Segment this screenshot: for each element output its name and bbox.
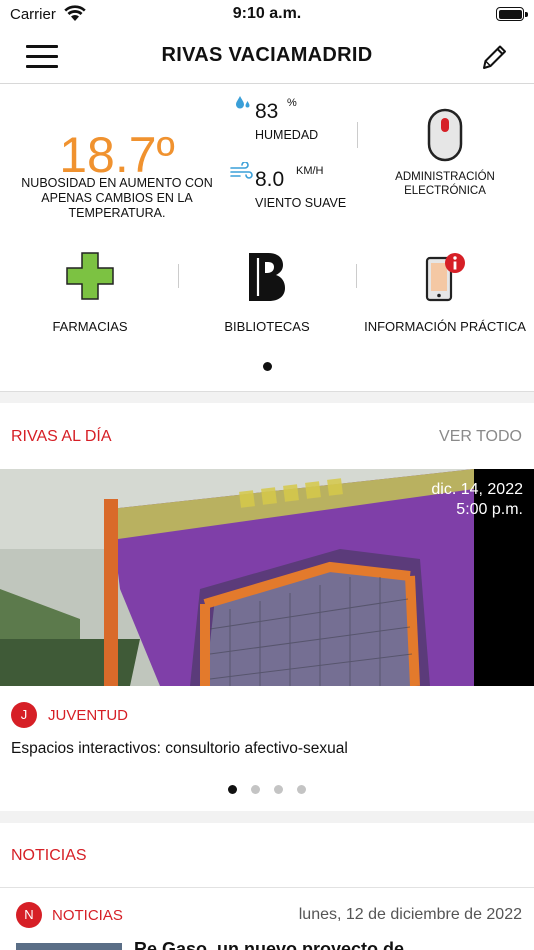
wind-value: 8.0 xyxy=(255,168,285,191)
library-shortcut[interactable]: BIBLIOTECAS xyxy=(210,250,324,340)
widget-page-indicator[interactable] xyxy=(263,362,272,371)
status-bar: Carrier 9:10 a.m. xyxy=(0,0,534,30)
see-all-link[interactable]: VER TODO xyxy=(439,428,522,446)
category-badge: J xyxy=(11,702,37,728)
pharmacy-cross-icon xyxy=(66,252,114,300)
noticias-section: NOTICIAS N NOTICIAS lunes, 12 de diciemb… xyxy=(0,823,534,950)
humidity-unit: % xyxy=(287,97,297,109)
featured-image[interactable]: dic. 14, 2022 5:00 p.m. xyxy=(0,469,534,686)
section-title: NOTICIAS xyxy=(11,847,87,864)
pharmacy-label: FARMACIAS xyxy=(52,319,128,334)
divider xyxy=(0,887,534,888)
wind-label: VIENTO SUAVE xyxy=(255,196,347,210)
divider xyxy=(178,264,179,288)
category-badge: N xyxy=(16,902,42,928)
admin-label: ADMINISTRACIÓN ELECTRÓNICA xyxy=(395,171,495,197)
humidity-label: HUMEDAD xyxy=(255,128,319,142)
news-headline[interactable]: Re Gaso, un nuevo proyecto de xyxy=(134,939,404,950)
carousel-dot[interactable] xyxy=(251,785,260,794)
event-date: dic. 14, 2022 xyxy=(431,481,523,498)
wind-unit: KM/H xyxy=(296,165,324,177)
widgets-panel: 18.7º Nubosidad en aumento con apenas ca… xyxy=(0,84,534,392)
event-time: 5:00 p.m. xyxy=(456,501,523,518)
page-title: RIVAS VACIAMADRID xyxy=(161,44,373,66)
battery-icon xyxy=(496,7,528,21)
article-headline[interactable]: Espacios interactivos: consultorio afect… xyxy=(11,740,348,758)
info-label: INFORMACIÓN PRÁCTICA xyxy=(364,319,526,334)
mouse-icon xyxy=(427,108,463,162)
library-label: BIBLIOTECAS xyxy=(224,319,310,334)
clock: 9:10 a.m. xyxy=(232,5,302,22)
news-date: lunes, 12 de diciembre de 2022 xyxy=(298,906,522,923)
category-label[interactable]: JUVENTUD xyxy=(48,707,128,724)
section-title: RIVAS AL DÍA xyxy=(11,428,112,445)
divider xyxy=(357,122,358,148)
carousel-dot[interactable] xyxy=(228,785,237,794)
info-shortcut[interactable]: INFORMACIÓN PRÁCTICA xyxy=(364,250,526,340)
wind-icon xyxy=(230,162,253,179)
news-thumbnail[interactable] xyxy=(16,943,122,950)
pharmacy-shortcut[interactable]: FARMACIAS xyxy=(40,250,140,340)
carousel-dot[interactable] xyxy=(297,785,306,794)
building-photo xyxy=(0,469,534,686)
divider xyxy=(356,264,357,288)
nav-bar: RIVAS VACIAMADRID xyxy=(0,30,534,84)
carousel-dot[interactable] xyxy=(274,785,283,794)
date-overlay: dic. 14, 2022 5:00 p.m. xyxy=(431,469,534,686)
weather-description: Nubosidad en aumento con apenas cambios … xyxy=(21,176,213,220)
edit-icon[interactable] xyxy=(476,38,512,74)
library-b-icon xyxy=(249,253,285,301)
humidity-drops-icon xyxy=(236,96,250,109)
humidity-value: 83 xyxy=(255,100,279,123)
carousel-pagination[interactable] xyxy=(0,785,534,797)
rivas-al-dia-section: RIVAS AL DÍA VER TODO dic. 14, 2022 5:00… xyxy=(0,403,534,811)
phone-info-icon xyxy=(425,253,465,302)
category-label[interactable]: NOTICIAS xyxy=(52,907,123,924)
